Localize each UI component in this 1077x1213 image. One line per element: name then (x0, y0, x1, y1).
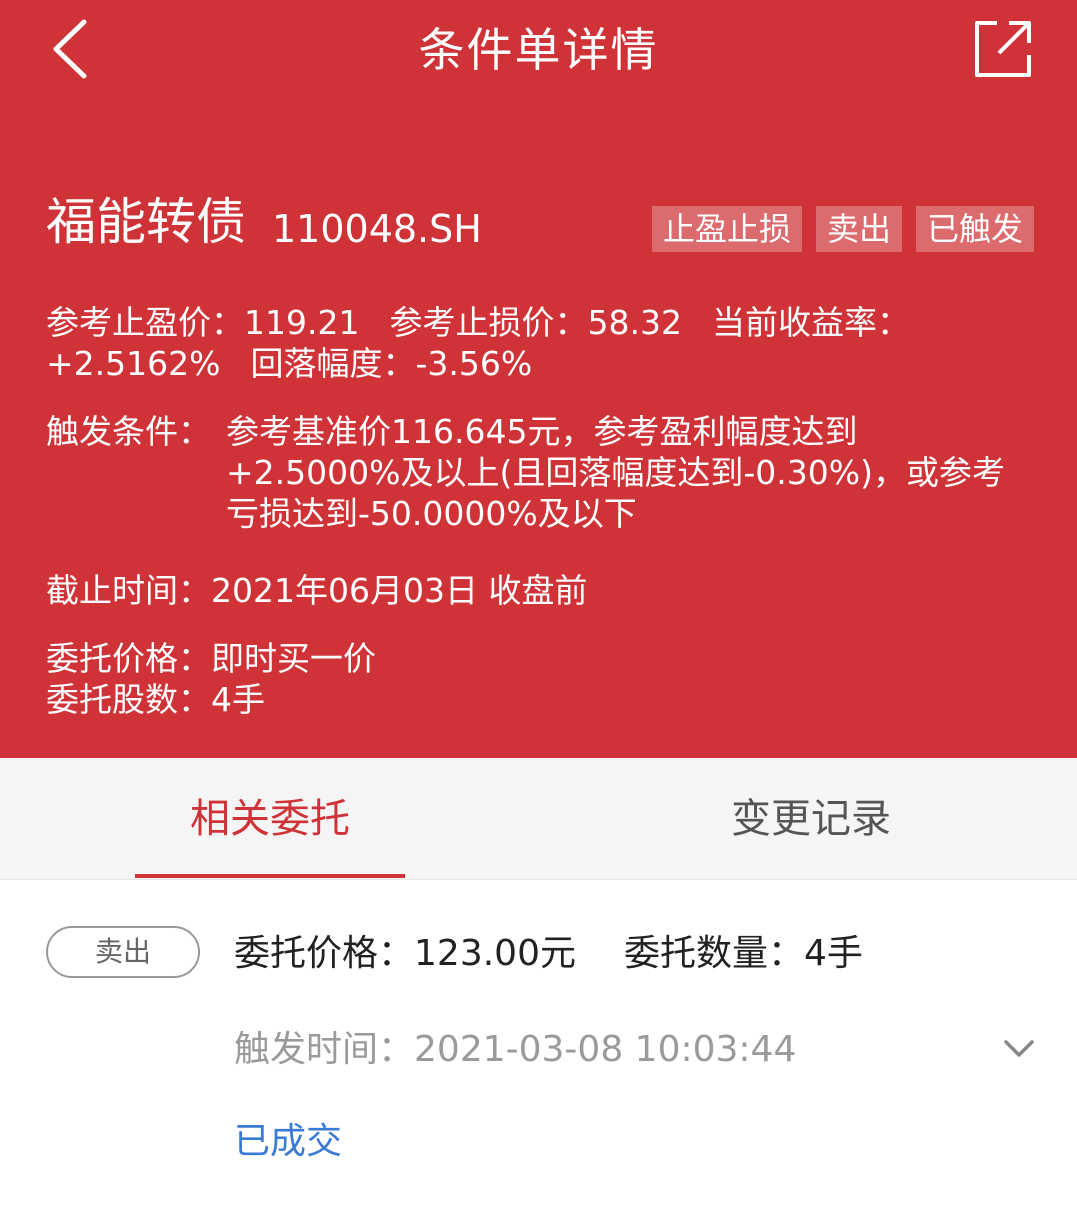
share-external-icon (975, 21, 1031, 77)
trigger-line-1: 参考基准价116.645元，参考盈利幅度达到 (226, 412, 858, 451)
order-side-badge: 卖出 (46, 926, 200, 978)
take-profit-label: 参考止盈价： (46, 303, 244, 342)
entrust-shares-row: 委托股数：4手 (46, 679, 265, 720)
entrust-price-row: 委托价格：即时买一价 (46, 638, 376, 679)
entrust-shares-value: 4手 (211, 680, 265, 719)
price-line-2: +2.5162% 回落幅度：-3.56% (46, 343, 532, 384)
order-qty-value: 4手 (804, 933, 863, 974)
deadline-label: 截止时间： (46, 571, 211, 610)
price-line-1: 参考止盈价：119.21 参考止损价：58.32 当前收益率： (46, 302, 910, 343)
pullback-value: -3.56% (415, 344, 533, 383)
stop-loss-value: 58.32 (587, 303, 682, 342)
order-item: 卖出 委托价格：123.00元 委托数量：4手 触发时间：2021-03-08 1… (0, 880, 1077, 1213)
order-price-label: 委托价格： (234, 933, 415, 974)
trigger-condition: 参考基准价116.645元，参考盈利幅度达到 +2.5000%及以上(且回落幅度… (226, 411, 1005, 534)
chevron-down-icon (1004, 1040, 1034, 1057)
order-trigger-time: 触发时间：2021-03-08 10:03:44 (234, 1026, 796, 1074)
deadline-row: 截止时间：2021年06月03日 收盘前 (46, 570, 587, 611)
order-time-value: 2021-03-08 10:03:44 (414, 1029, 797, 1070)
trigger-line-2: +2.5000%及以上(且回落幅度达到-0.30%)，或参考 (226, 453, 1005, 492)
page-title: 条件单详情 (418, 23, 659, 77)
return-label: 当前收益率： (711, 303, 910, 342)
order-time-label: 触发时间： (234, 1029, 415, 1070)
active-tab-indicator (135, 874, 405, 878)
nav-bar: 条件单详情 (0, 0, 1077, 110)
return-value: +2.5162% (46, 344, 221, 383)
tag-side: 卖出 (815, 206, 902, 252)
share-button[interactable] (968, 16, 1038, 82)
tab-bar: 相关委托 变更记录 (0, 758, 1077, 880)
trigger-label: 触发条件： (46, 412, 211, 451)
stop-loss-label: 参考止损价： (389, 303, 588, 342)
pullback-label: 回落幅度： (250, 344, 416, 383)
order-tags: 止盈止损 卖出 已触发 (651, 206, 1034, 252)
order-price-value: 123.00元 (414, 933, 576, 974)
entrust-shares-label: 委托股数： (46, 680, 211, 719)
deadline-value: 2021年06月03日 收盘前 (211, 571, 588, 610)
stock-code: 110048.SH (272, 207, 482, 251)
order-summary: 委托价格：123.00元 委托数量：4手 (234, 930, 863, 978)
expand-button[interactable] (996, 1026, 1042, 1072)
trigger-line-3: 亏损达到-50.0000%及以下 (226, 494, 637, 533)
tab-change-history[interactable]: 变更记录 (676, 758, 946, 880)
order-qty-label: 委托数量： (623, 933, 804, 974)
detail-header: 条件单详情 福能转债 110048.SH 止盈止损 卖出 已触发 参考止盈价：1… (0, 0, 1077, 758)
entrust-price-label: 委托价格： (46, 639, 211, 678)
tag-status: 已触发 (915, 206, 1034, 252)
stock-name: 福能转债 (46, 193, 246, 251)
order-status: 已成交 (234, 1121, 343, 1162)
tab-related-orders[interactable]: 相关委托 (135, 758, 405, 880)
entrust-price-value: 即时买一价 (211, 639, 376, 678)
tag-strategy: 止盈止损 (651, 206, 802, 252)
take-profit-value: 119.21 (244, 303, 360, 342)
